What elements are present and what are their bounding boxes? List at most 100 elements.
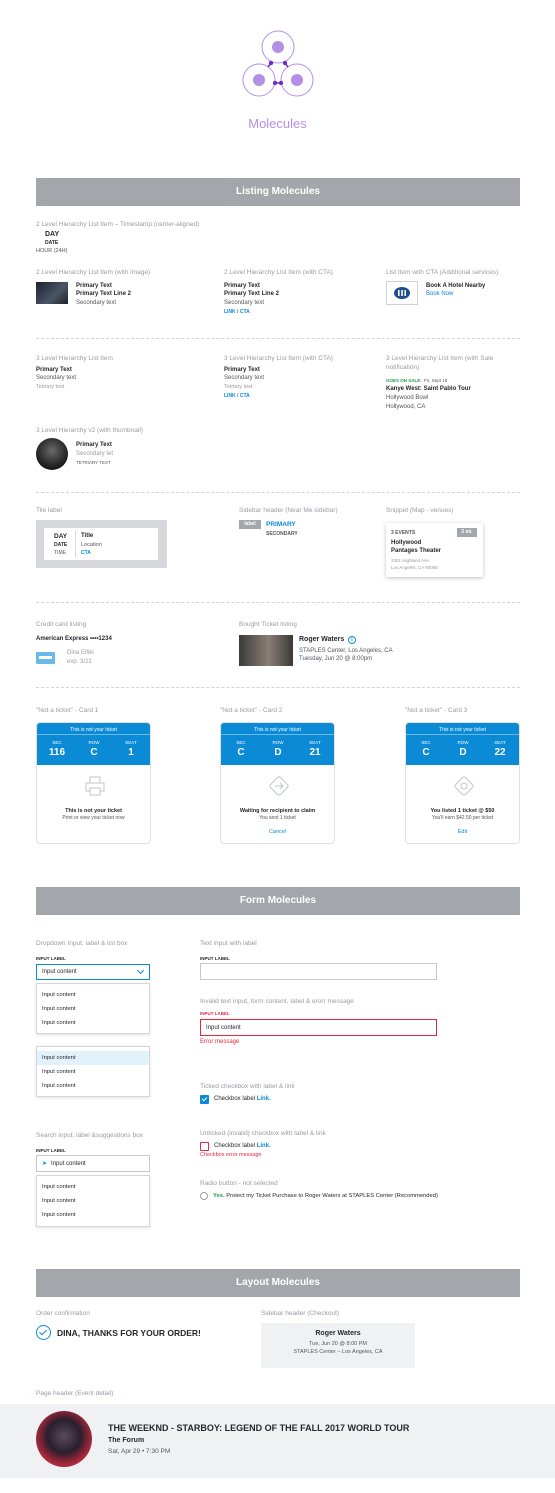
ticket-card-3[interactable]: This is not your ticket SEC C ROW D SEAT 22… xyxy=(405,722,520,844)
tile-container: DAY DATE TIME Title Location CTA xyxy=(36,520,167,568)
map-snippet[interactable]: 3 EVENTS 3 mi. Hollywood Pantages Theate… xyxy=(386,523,483,577)
hotel-logo xyxy=(386,281,418,305)
checkbox-text: Checkbox label xyxy=(214,1143,256,1149)
radio-button[interactable] xyxy=(200,1192,208,1200)
suggestion-item[interactable]: Input content xyxy=(37,1208,149,1222)
checkout-venue: STAPLES Center – Los Angeles, CA xyxy=(293,1349,383,1355)
order-label: Order confirmation xyxy=(36,1310,90,1317)
event-date: Sat, Apr 29 • 7:30 PM xyxy=(108,1448,171,1455)
event-venue: The Forum xyxy=(108,1437,145,1444)
radio-text: Protect my Ticket Purchase to Roger Wate… xyxy=(226,1193,438,1199)
bought-venue: STAPLES Center, Los Angeles, CA xyxy=(299,648,393,654)
dropdown-select[interactable]: Input content xyxy=(36,964,150,980)
l3sale-label2: notification) xyxy=(386,364,420,371)
dropdown-option[interactable]: Input content xyxy=(37,988,149,1002)
order-confirmation-text: DINA, THANKS FOR YOUR ORDER! xyxy=(57,1328,201,1338)
card-row-key: ROW xyxy=(272,740,284,745)
dropdown-field-label: INPUT LABEL xyxy=(36,956,66,961)
card1-label: "Not a ticket" - Card 1 xyxy=(36,707,99,714)
card-sec-key: SEC xyxy=(52,740,62,745)
checkout-sidebar-label: Sidebar header (Checkout) xyxy=(261,1310,340,1317)
dropdown-option[interactable]: Input content xyxy=(37,1016,149,1030)
cc-card: American Express ••••1234 xyxy=(36,636,112,642)
with-image-primary2: Primary Text Line 2 xyxy=(76,291,131,297)
card-seat-key: SEAT xyxy=(309,740,321,745)
l3sale-venue: Hollywood Bowl xyxy=(386,395,429,401)
divider xyxy=(36,687,520,688)
location-arrow-icon: ➤ xyxy=(42,1161,48,1167)
sidebar-label: Sidebar header (Near Me sidebar) xyxy=(239,507,338,514)
checkout-sidebar-header: Roger Waters Tue, Jun 20 @ 8:00 PM STAPL… xyxy=(261,1323,415,1368)
dropdown-option-hover[interactable]: Input content xyxy=(37,1051,149,1065)
page-title: Molecules xyxy=(248,116,307,131)
bought-label: Bought Ticket listing xyxy=(239,621,297,628)
error-message: Error message xyxy=(200,1039,240,1045)
timestamp-hour: HOUR (24H) xyxy=(36,248,68,254)
text-input[interactable] xyxy=(200,963,437,980)
snippet-address2: Los Angeles, CA 90068 xyxy=(391,565,438,570)
dropdown-option[interactable]: Input content xyxy=(37,1079,149,1093)
with-image-primary: Primary Text xyxy=(76,283,112,289)
bought-thumbnail xyxy=(239,635,293,666)
check-circle-icon xyxy=(36,1325,51,1340)
with-cta-link[interactable]: LINK / CTA xyxy=(224,309,250,315)
text-field-label: INPUT LABEL xyxy=(200,956,230,961)
divider xyxy=(36,492,520,493)
onsale-date: Fri, Sept 18 xyxy=(424,378,448,383)
tile-title: Title xyxy=(81,533,94,539)
printer-icon xyxy=(84,775,106,797)
l3sale-city: Hollywood, CA xyxy=(386,404,426,410)
sidebar-tag: label xyxy=(239,520,261,529)
l3-secondary: Secondary text xyxy=(36,375,77,381)
divider xyxy=(36,602,520,603)
tile-location: Location xyxy=(81,542,102,548)
card-message: This is not your ticket xyxy=(65,808,122,814)
divider xyxy=(36,338,520,339)
dropdown-option[interactable]: Input content xyxy=(37,1002,149,1016)
with-cta-label: 2 Level Hierarchy List Item (with CTA) xyxy=(224,269,333,276)
suggestion-item[interactable]: Input content xyxy=(37,1180,149,1194)
search-input[interactable]: ➤ Input content xyxy=(36,1155,150,1172)
card-seat: 21 xyxy=(309,747,321,758)
edit-link[interactable]: Edit xyxy=(406,829,519,835)
with-image-secondary: Secondary text xyxy=(76,300,117,306)
card-row: D xyxy=(274,747,282,758)
checkbox-text: Checkbox label xyxy=(214,1096,256,1102)
with-cta-secondary: Secondary text xyxy=(224,300,265,306)
card-message: Waiting for recipient to claim xyxy=(239,808,316,814)
ticket-card-2[interactable]: This is not your ticket SEC C ROW D SEAT 21… xyxy=(220,722,335,844)
card-row-key: ROW xyxy=(88,740,100,745)
card-caption: This is not your ticket xyxy=(221,723,334,735)
radio-yes: Yes. xyxy=(213,1193,225,1199)
checkbox-link[interactable]: Link. xyxy=(257,1143,271,1149)
l3cta-link[interactable]: LINK / CTA xyxy=(224,393,250,399)
cc-label: Credit card listing xyxy=(36,621,87,628)
tile-day: DAY xyxy=(54,533,68,540)
amex-icon xyxy=(36,652,55,664)
info-icon[interactable]: i xyxy=(348,636,356,644)
checkbox-checked[interactable] xyxy=(200,1095,209,1104)
ticket-card-1[interactable]: This is not your ticket SEC 116 ROW C SEAT… xyxy=(36,722,151,844)
bought-title: Roger Waters xyxy=(299,636,345,643)
sidebar-secondary: SECONDARY xyxy=(266,531,298,537)
tile-cta[interactable]: CTA xyxy=(81,550,91,556)
radio-label: Radio button - not selected xyxy=(200,1180,278,1187)
cancel-link[interactable]: Cancel xyxy=(221,829,334,835)
dropdown-option[interactable]: Input content xyxy=(37,1065,149,1079)
card3-label: "Not a ticket" - Card 3 xyxy=(405,707,468,714)
card-sec: C xyxy=(237,747,245,758)
checkbox-link[interactable]: Link. xyxy=(257,1096,271,1102)
card-sec: 116 xyxy=(48,747,66,758)
addl-cta[interactable]: Book Now xyxy=(426,291,453,297)
checkbox-invalid[interactable] xyxy=(200,1142,209,1151)
page-header-label: Page header (Event detail) xyxy=(36,1390,114,1397)
card-sec: C xyxy=(422,747,430,758)
snippet-events: 3 EVENTS xyxy=(391,530,416,536)
l3-primary: Primary Text xyxy=(36,367,72,373)
invalid-input[interactable]: Input content xyxy=(200,1019,437,1036)
snippet-venue2: Pantages Theater xyxy=(391,548,442,554)
l3cta-label: 3 Level Hierarchy List Item (with CTA) xyxy=(224,355,333,362)
l3cta-tetriary: Tetriary text xyxy=(224,384,253,390)
suggestion-item[interactable]: Input content xyxy=(37,1194,149,1208)
cc-exp: exp. 3/21 xyxy=(67,659,92,665)
